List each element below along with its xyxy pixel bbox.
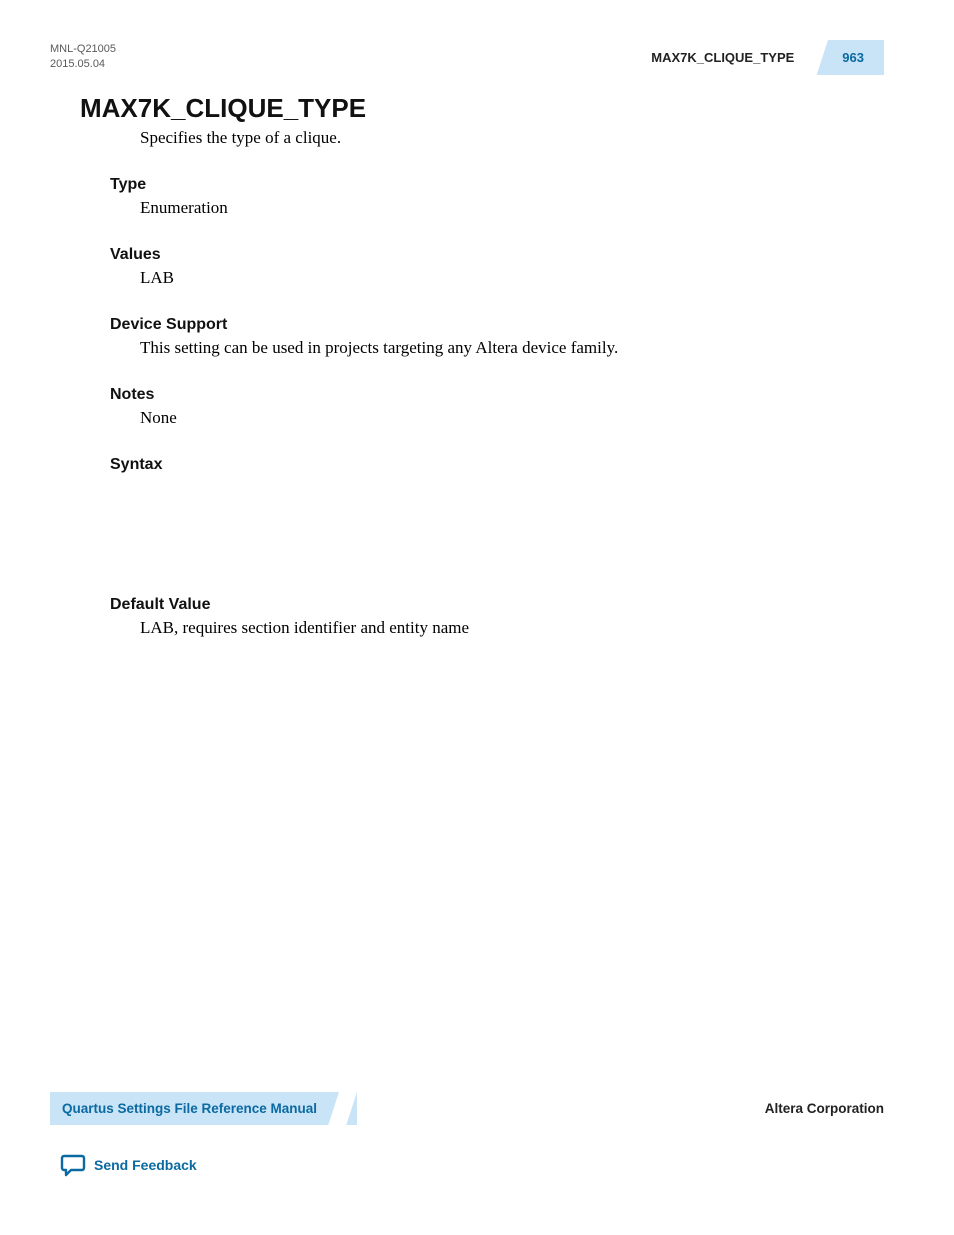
page-number: 963 bbox=[842, 50, 864, 65]
speech-bubble-icon bbox=[60, 1153, 86, 1177]
section-heading-device-support: Device Support bbox=[110, 316, 884, 334]
page-header: MNL-Q21005 2015.05.04 MAX7K_CLIQUE_TYPE … bbox=[50, 40, 884, 75]
section-body-values: LAB bbox=[140, 268, 884, 288]
section-body-notes: None bbox=[140, 408, 884, 428]
intro-text: Specifies the type of a clique. bbox=[140, 128, 884, 148]
page-title: MAX7K_CLIQUE_TYPE bbox=[80, 93, 884, 124]
section-heading-syntax: Syntax bbox=[110, 456, 884, 474]
section-heading-values: Values bbox=[110, 246, 884, 264]
section-heading-notes: Notes bbox=[110, 386, 884, 404]
doc-id: MNL-Q21005 bbox=[50, 42, 116, 57]
page-content: MNL-Q21005 2015.05.04 MAX7K_CLIQUE_TYPE … bbox=[0, 0, 954, 638]
send-feedback-link[interactable]: Send Feedback bbox=[60, 1153, 197, 1177]
section-heading-type: Type bbox=[110, 176, 884, 194]
section-body-type: Enumeration bbox=[140, 198, 884, 218]
section-heading-default-value: Default Value bbox=[110, 596, 884, 614]
section-body-syntax bbox=[140, 478, 884, 568]
doc-date: 2015.05.04 bbox=[50, 57, 116, 72]
running-title: MAX7K_CLIQUE_TYPE bbox=[641, 40, 812, 75]
send-feedback-label: Send Feedback bbox=[94, 1157, 197, 1173]
footer-company: Altera Corporation bbox=[745, 1092, 884, 1125]
footer-bar: Quartus Settings File Reference Manual A… bbox=[50, 1092, 884, 1125]
page-number-badge: 963 bbox=[812, 40, 884, 75]
header-right: MAX7K_CLIQUE_TYPE 963 bbox=[641, 40, 884, 75]
doc-id-block: MNL-Q21005 2015.05.04 bbox=[50, 42, 116, 73]
footer-manual-title-text: Quartus Settings File Reference Manual bbox=[62, 1101, 317, 1116]
section-body-device-support: This setting can be used in projects tar… bbox=[140, 338, 884, 358]
footer-manual-title[interactable]: Quartus Settings File Reference Manual bbox=[50, 1092, 357, 1125]
section-body-default-value: LAB, requires section identifier and ent… bbox=[140, 618, 884, 638]
